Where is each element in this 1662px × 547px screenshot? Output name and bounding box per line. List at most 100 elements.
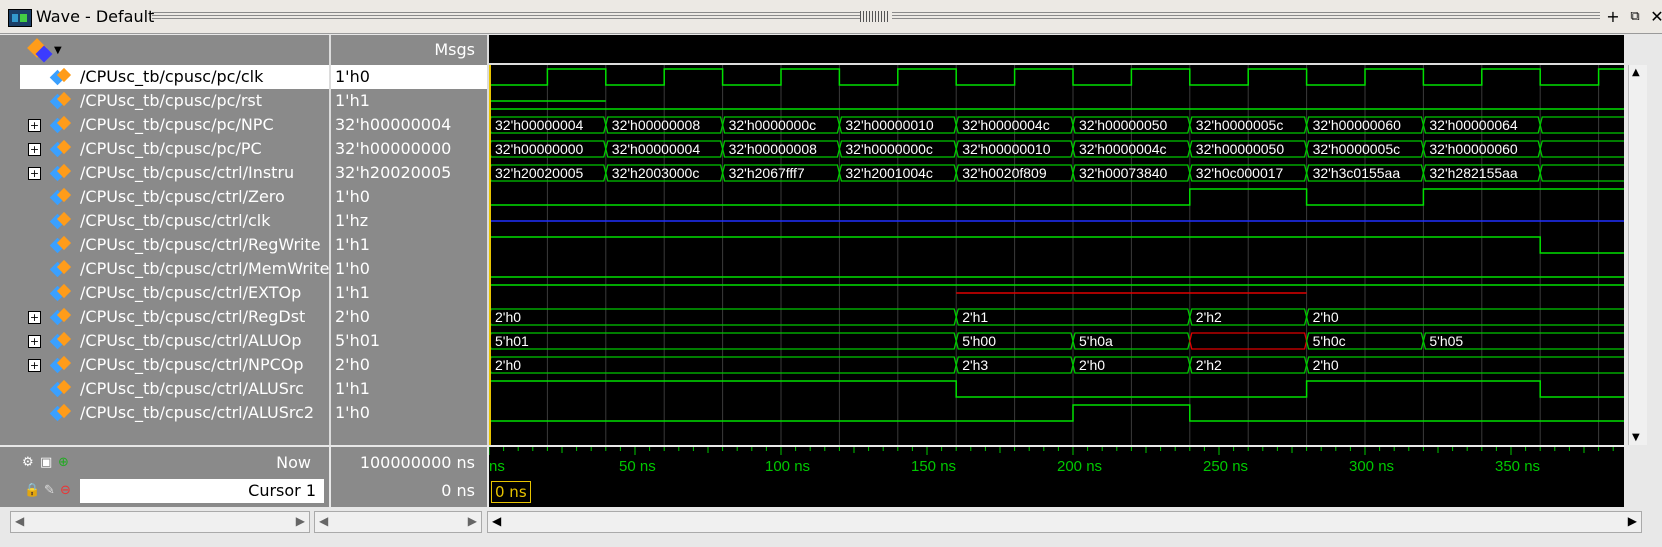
aluop-bus-value: 5'h05	[1429, 333, 1463, 349]
add-cursor-icon[interactable]: ⊕	[58, 455, 69, 470]
npcop-bus-value: 2'h0	[495, 357, 521, 373]
value-row[interactable]: 1'h0	[331, 257, 487, 281]
value-row[interactable]: 2'h0	[331, 353, 487, 377]
scroll-right-icon[interactable]: ▶	[468, 514, 477, 528]
scroll-right-icon[interactable]: ▶	[1628, 514, 1637, 528]
scroll-right-icon[interactable]: ▶	[296, 514, 305, 528]
signal-names-pane: ▼ /CPUsc_tb/cpusc/pc/clk/CPUsc_tb/cpusc/…	[20, 35, 331, 445]
signal-row[interactable]: /CPUsc_tb/cpusc/ctrl/Zero	[20, 185, 329, 209]
signal-icon	[50, 260, 72, 278]
signal-name: /CPUsc_tb/cpusc/pc/NPC	[80, 115, 274, 134]
expand-icon[interactable]: +	[28, 119, 41, 132]
instru-bus-value: 32'h0020f809	[962, 165, 1047, 181]
value-row[interactable]: 1'h0	[331, 401, 487, 425]
clk-wave	[489, 68, 1624, 86]
value-row[interactable]: 1'h1	[331, 233, 487, 257]
time-ruler[interactable]: ns 50 ns 100 ns 150 ns 200 ns 250 ns 300 ns 350…	[488, 447, 1629, 477]
pc-bus-value: 32'h00000004	[612, 141, 701, 157]
cursor-bar[interactable]: 0 ns	[489, 477, 1624, 507]
pencil-icon[interactable]: ✎	[44, 483, 55, 498]
scroll-left-icon[interactable]: ◀	[492, 514, 501, 528]
signal-value: 32'h00000000	[335, 139, 452, 158]
npcop-bus-value: 2'h0	[1079, 357, 1105, 373]
signal-row[interactable]: + /CPUsc_tb/cpusc/ctrl/RegDst	[20, 305, 329, 329]
value-row[interactable]: 32'h00000000	[331, 137, 487, 161]
signal-row[interactable]: + /CPUsc_tb/cpusc/ctrl/NPCOp	[20, 353, 329, 377]
remove-cursor-icon[interactable]: ⊖	[60, 483, 71, 498]
cursor-names-pane: ⚙ ▣ ⊕ Now 🔒 ✎ ⊖ Cursor 1	[0, 447, 329, 507]
monitor-icon[interactable]: ▣	[40, 455, 52, 470]
signal-row[interactable]: /CPUsc_tb/cpusc/pc/rst	[20, 89, 329, 113]
title-grip-right[interactable]	[892, 12, 1600, 21]
signal-value: 1'h0	[335, 67, 370, 86]
wave-hscrollbar[interactable]: ◀ ▶	[487, 511, 1642, 533]
vertical-scrollbar[interactable]: ▲ ▼	[1628, 65, 1647, 445]
names-hscrollbar[interactable]: ◀ ▶	[10, 511, 310, 533]
signal-row[interactable]: + /CPUsc_tb/cpusc/pc/PC	[20, 137, 329, 161]
add-icon[interactable]: +	[1604, 8, 1622, 26]
cursor-name[interactable]: Cursor 1	[80, 479, 324, 503]
pc-bus-value: 32'h00000050	[1196, 141, 1285, 157]
now-label: Now	[276, 453, 311, 472]
grip-dots-icon[interactable]	[860, 11, 890, 22]
signal-row[interactable]: /CPUsc_tb/cpusc/ctrl/MemWrite	[20, 257, 329, 281]
chevron-down-icon[interactable]: ▼	[54, 45, 62, 56]
waveform-canvas[interactable]: 32'h00000004 32'h00000008 32'h0000000c 32'h…	[489, 35, 1624, 445]
signal-icon	[50, 164, 72, 182]
value-row[interactable]: 32'h00000004	[331, 113, 487, 137]
signal-name: /CPUsc_tb/cpusc/ctrl/ALUOp	[80, 331, 302, 350]
values-header: Msgs	[331, 35, 487, 67]
signal-icon	[50, 116, 72, 134]
signal-row[interactable]: + /CPUsc_tb/cpusc/ctrl/ALUOp	[20, 329, 329, 353]
signal-row[interactable]: /CPUsc_tb/cpusc/ctrl/RegWrite	[20, 233, 329, 257]
signal-value: 1'h1	[335, 379, 370, 398]
signal-row[interactable]: + /CPUsc_tb/cpusc/pc/NPC	[20, 113, 329, 137]
signal-value: 1'h0	[335, 187, 370, 206]
signal-row[interactable]: /CPUsc_tb/cpusc/pc/clk	[20, 65, 329, 89]
signal-row[interactable]: + /CPUsc_tb/cpusc/ctrl/Instru	[20, 161, 329, 185]
value-row[interactable]: 1'h0	[331, 65, 487, 89]
scroll-left-icon[interactable]: ◀	[15, 514, 24, 528]
expand-icon[interactable]: +	[28, 335, 41, 348]
wave-tools-icon[interactable]	[26, 38, 52, 62]
expand-icon[interactable]: +	[28, 359, 41, 372]
now-value: 100000000 ns	[359, 453, 475, 472]
signal-row[interactable]: /CPUsc_tb/cpusc/ctrl/ALUSrc	[20, 377, 329, 401]
value-row[interactable]: 1'hz	[331, 209, 487, 233]
now-tools-icon[interactable]: ⚙	[22, 455, 34, 470]
lock-icon[interactable]: 🔒	[24, 483, 40, 498]
signal-row[interactable]: /CPUsc_tb/cpusc/ctrl/ALUSrc2	[20, 401, 329, 425]
value-row[interactable]: 1'h1	[331, 281, 487, 305]
alusrc2-wave	[489, 404, 1624, 422]
expand-icon[interactable]: +	[28, 167, 41, 180]
cursor-marker[interactable]: 0 ns	[491, 481, 531, 503]
npc-bus-value: 32'h0000000c	[729, 117, 817, 133]
signal-value: 1'hz	[335, 211, 369, 230]
value-row[interactable]: 1'h1	[331, 89, 487, 113]
expand-icon[interactable]: +	[28, 311, 41, 324]
values-hscrollbar[interactable]: ◀ ▶	[314, 511, 482, 533]
expand-icon[interactable]: +	[28, 143, 41, 156]
ruler-label: 100 ns	[765, 458, 810, 475]
undock-icon[interactable]: ⧉	[1626, 8, 1644, 26]
title-grip[interactable]	[152, 12, 860, 21]
value-row[interactable]: 1'h1	[331, 377, 487, 401]
close-icon[interactable]: ✕	[1648, 8, 1662, 26]
npcop-bus-value: 2'h0	[1313, 357, 1339, 373]
value-row[interactable]: 5'h01	[331, 329, 487, 353]
signal-name: /CPUsc_tb/cpusc/ctrl/EXTOp	[80, 283, 302, 302]
signal-name: /CPUsc_tb/cpusc/ctrl/clk	[80, 211, 271, 230]
signal-row[interactable]: /CPUsc_tb/cpusc/ctrl/EXTOp	[20, 281, 329, 305]
scroll-up-icon[interactable]: ▲	[1632, 67, 1640, 78]
scroll-left-icon[interactable]: ◀	[319, 514, 328, 528]
value-row[interactable]: 1'h0	[331, 185, 487, 209]
value-row[interactable]: 2'h0	[331, 305, 487, 329]
value-row[interactable]: 32'h20020005	[331, 161, 487, 185]
waveform-display[interactable]: 32'h00000004 32'h00000008 32'h0000000c 32'h…	[489, 35, 1624, 445]
signal-row[interactable]: /CPUsc_tb/cpusc/ctrl/clk	[20, 209, 329, 233]
pc-bus-value: 32'h00000060	[1429, 141, 1518, 157]
npc-bus-value: 32'h00000050	[1079, 117, 1168, 133]
scroll-down-icon[interactable]: ▼	[1632, 432, 1640, 443]
signal-value: 1'h0	[335, 259, 370, 278]
instru-bus-value: 32'h282155aa	[1429, 165, 1518, 181]
